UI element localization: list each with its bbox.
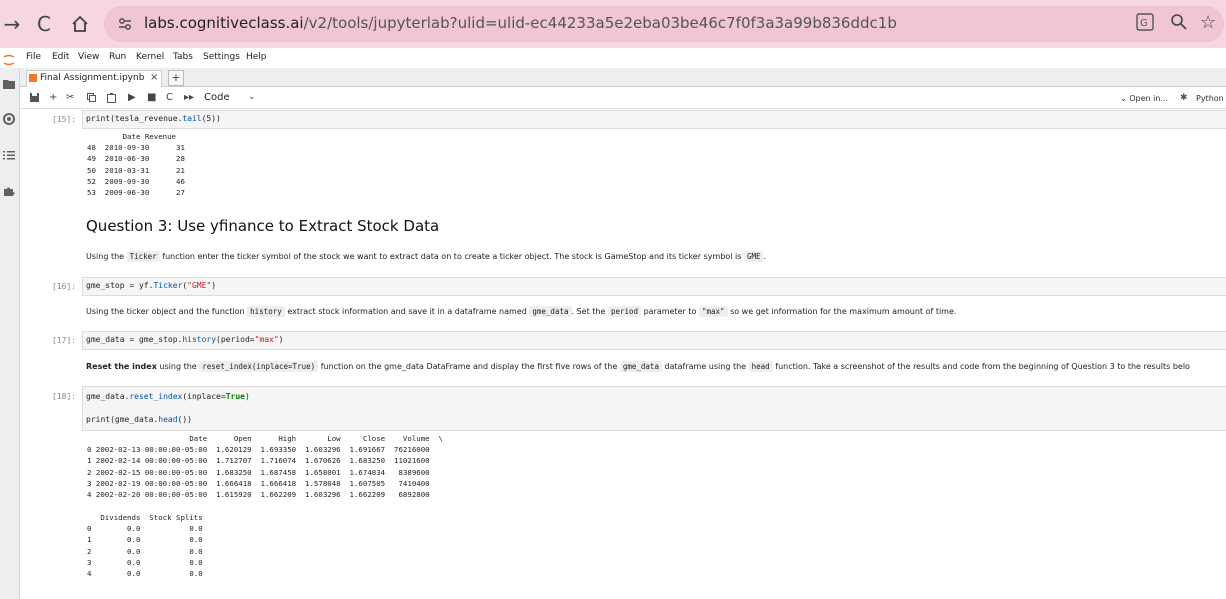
code-cell-input[interactable] (82, 277, 1226, 296)
cut-icon[interactable]: ✂ (66, 92, 74, 103)
back-arrow-icon[interactable]: → (0, 12, 24, 36)
menu-settings[interactable]: Settings (203, 52, 240, 62)
folder-icon[interactable] (3, 79, 15, 92)
code-cell-input[interactable] (82, 110, 1226, 129)
cell-type-select[interactable]: Code (204, 92, 230, 103)
tab-title[interactable]: Final Assignment.ipynb (40, 73, 144, 83)
extensions-puzzle-icon[interactable] (3, 185, 15, 200)
notebook-toolbar (20, 87, 1226, 109)
zoom-icon[interactable] (1170, 13, 1188, 36)
code-line: gme_data.reset_index(inplace=True) (86, 392, 250, 401)
cell-output: Dividends Stock Splits 0 0.0 0.0 1 0.0 0… (87, 513, 203, 579)
markdown-instruction: Reset the index using the reset_index(in… (86, 361, 1190, 372)
running-kernels-icon[interactable] (3, 113, 15, 128)
menu-edit[interactable]: Edit (52, 52, 69, 62)
cell-prompt: [16]: (52, 282, 77, 291)
menu-run[interactable]: Run (109, 52, 126, 62)
run-cell-icon[interactable]: ▶ (128, 92, 136, 103)
code-line: print(gme_data.head()) (86, 415, 192, 424)
svg-text:G: G (1140, 18, 1148, 29)
run-all-icon[interactable]: ▸▸ (184, 92, 194, 103)
new-tab-button[interactable]: + (168, 70, 184, 86)
kernel-gear-icon[interactable]: ✱ (1180, 93, 1188, 103)
jupyter-logo-icon (3, 51, 15, 66)
reload-icon[interactable]: C (32, 12, 56, 36)
home-icon[interactable] (68, 12, 92, 36)
cell-output: Date Revenue 48 2010-09-30 31 49 2010-06… (87, 132, 185, 198)
open-in-button[interactable]: ⌄ Open in... (1120, 94, 1168, 103)
table-of-contents-icon[interactable] (3, 150, 15, 163)
tab-close-icon[interactable]: × (150, 72, 158, 83)
site-info-icon[interactable] (116, 15, 134, 33)
copy-icon[interactable] (87, 93, 96, 105)
left-sidebar (0, 68, 20, 599)
kernel-name[interactable]: Python (1196, 94, 1224, 103)
save-icon[interactable] (30, 93, 39, 105)
markdown-instruction: Using the ticker object and the function… (86, 306, 957, 317)
chevron-down-icon[interactable]: ⌄ (248, 92, 256, 102)
cell-prompt: [17]: (52, 336, 77, 345)
code-cell-input[interactable] (82, 386, 1226, 431)
cell-output: Date Open High Low Close Volume \ 0 2002… (87, 434, 443, 500)
menu-tabs[interactable]: Tabs (173, 52, 193, 62)
code-line: gme_data = gme_stop.history(period="max"… (86, 335, 284, 344)
menu-kernel[interactable]: Kernel (136, 52, 164, 62)
question-3-heading: Question 3: Use yfinance to Extract Stoc… (86, 217, 440, 235)
insert-cell-icon[interactable]: + (49, 92, 57, 103)
menu-view[interactable]: View (78, 52, 99, 62)
tab-bar (20, 68, 1226, 87)
restart-kernel-icon[interactable]: C (166, 92, 173, 103)
code-line: print(tesla_revenue.tail(5)) (86, 114, 221, 123)
url-text[interactable]: labs.cognitiveclass.ai/v2/tools/jupyterl… (144, 14, 897, 32)
markdown-instruction: Using the Ticker function enter the tick… (86, 251, 767, 262)
cell-prompt: [15]: (52, 115, 77, 124)
cell-prompt: [18]: (52, 392, 77, 401)
notebook-icon (29, 74, 37, 82)
code-line: gme_stop = yf.Ticker("GME") (86, 281, 217, 290)
bookmark-star-icon[interactable]: ☆ (1200, 12, 1216, 33)
translate-icon[interactable]: G (1136, 13, 1154, 36)
menu-help[interactable]: Help (246, 52, 267, 62)
paste-icon[interactable] (107, 93, 116, 106)
menu-file[interactable]: File (26, 52, 41, 62)
stop-kernel-icon[interactable]: ■ (147, 92, 156, 103)
